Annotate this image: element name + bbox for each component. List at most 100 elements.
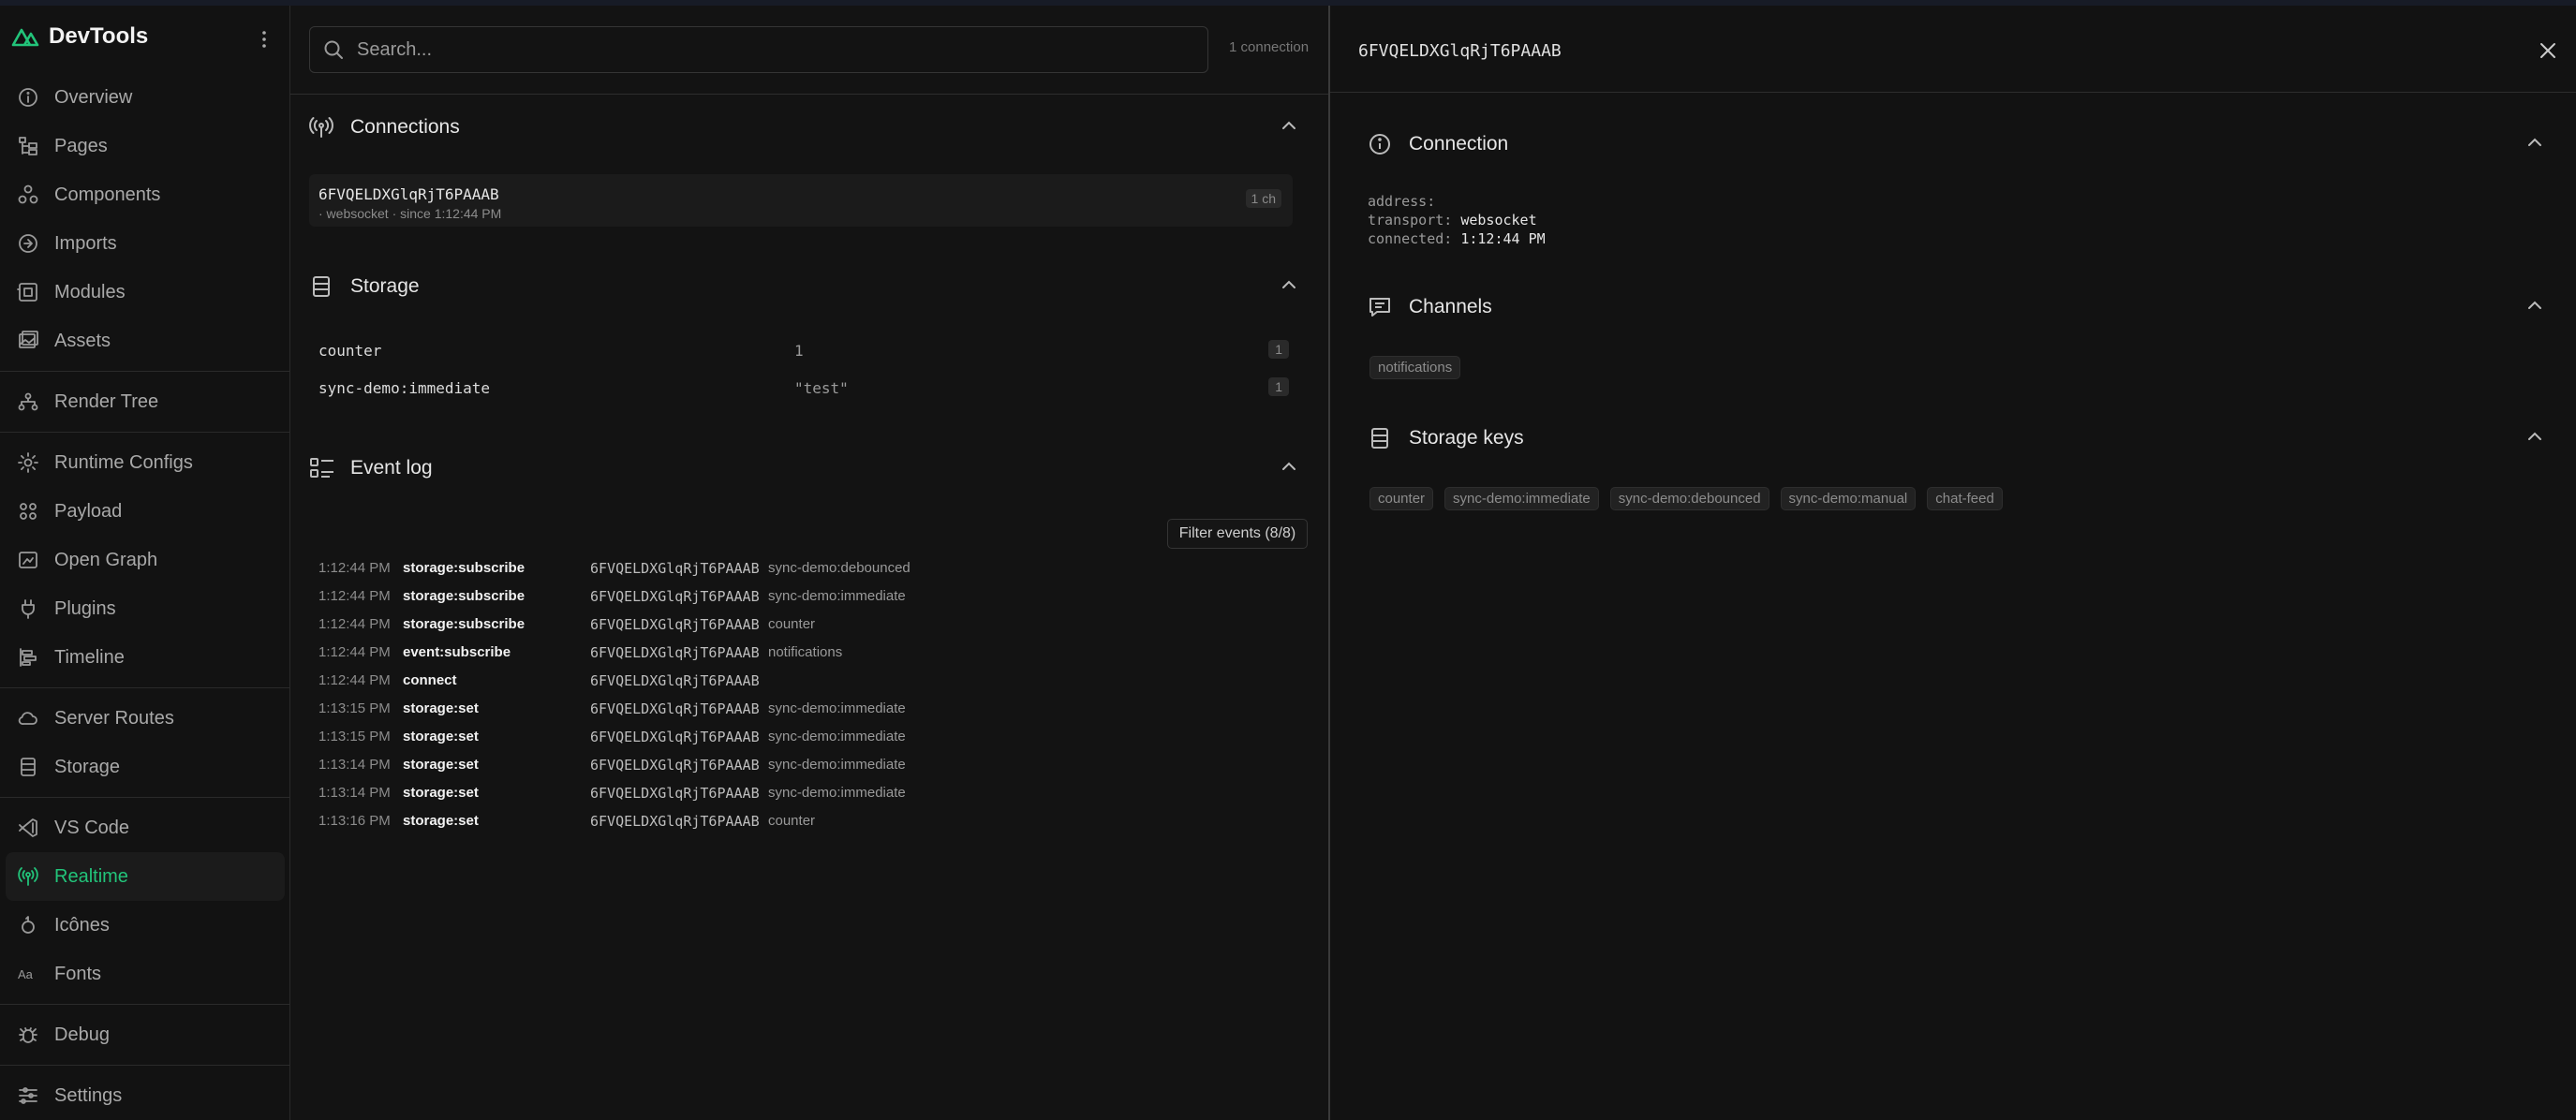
sidebar-item-label: Server Routes — [54, 707, 174, 729]
sidebar-item-label: Overview — [54, 86, 133, 108]
event-row[interactable]: 1:12:44 PM event:subscribe 6FVQELDXGlqRjT6… — [318, 639, 1311, 667]
sidebar-item-assets[interactable]: Assets — [0, 317, 290, 365]
nav-divider — [0, 1065, 290, 1066]
event-row[interactable]: 1:13:14 PM storage:set 6FVQELDXGlqRjT6PAAA… — [318, 751, 1311, 779]
event-log-section-header[interactable]: Event log — [309, 451, 1311, 485]
connection-row[interactable]: 6FVQELDXGlqRjT6PAAAB · websocket · since… — [309, 174, 1293, 227]
channel-tag[interactable]: notifications — [1369, 356, 1461, 379]
event-channel: counter — [768, 616, 816, 632]
storage-count-badge: 1 — [1268, 340, 1289, 359]
event-row[interactable]: 1:12:44 PM storage:subscribe 6FVQELDXGlqRj… — [318, 582, 1311, 611]
filter-events-button[interactable]: Filter events (8/8) — [1167, 519, 1308, 549]
sidebar-item-ic-nes[interactable]: Icônes — [0, 901, 290, 950]
event-row[interactable]: 1:12:44 PM storage:subscribe 6FVQELDXGlqRj… — [318, 611, 1311, 639]
search-box[interactable] — [309, 26, 1208, 73]
event-connection-id: 6FVQELDXGlqRjT6PAAAB — [590, 588, 760, 605]
sidebar-item-pages[interactable]: Pages — [0, 122, 290, 170]
event-row[interactable]: 1:13:16 PM storage:set 6FVQELDXGlqRjT6PAAA… — [318, 807, 1311, 835]
icones-icon — [17, 914, 39, 936]
sidebar-item-realtime[interactable]: Realtime — [6, 852, 285, 901]
sidebar-item-server-routes[interactable]: Server Routes — [0, 694, 290, 743]
storage-section-header[interactable]: Storage — [309, 270, 1311, 303]
connected-value: 1:12:44 PM — [1460, 230, 1546, 247]
event-time: 1:12:44 PM — [318, 588, 391, 604]
sidebar-item-imports[interactable]: Imports — [0, 219, 290, 268]
chevron-up-icon[interactable] — [1280, 457, 1298, 476]
storage-row[interactable]: counter 1 1 — [318, 339, 1302, 363]
event-connection-id: 6FVQELDXGlqRjT6PAAAB — [590, 616, 760, 633]
sidebar-item-vs-code[interactable]: VS Code — [0, 803, 290, 852]
chevron-up-icon[interactable] — [2525, 296, 2544, 315]
sidebar-item-payload[interactable]: Payload — [0, 487, 290, 536]
storage-key-tag[interactable]: sync-demo:debounced — [1609, 487, 1769, 510]
open-graph-icon — [17, 549, 39, 571]
brand-name: DevTools — [49, 23, 149, 49]
sidebar-item-settings[interactable]: Settings — [0, 1071, 290, 1120]
connected-field: connected: 1:12:44 PM — [1368, 230, 1546, 247]
divider — [1330, 92, 2576, 93]
sidebar-item-runtime-configs[interactable]: Runtime Configs — [0, 438, 290, 487]
storage-key: counter — [318, 342, 382, 360]
event-row[interactable]: 1:13:15 PM storage:set 6FVQELDXGlqRjT6PAAA… — [318, 695, 1311, 723]
event-channel: sync-demo:immediate — [768, 700, 906, 716]
timeline-icon — [17, 646, 39, 669]
event-connection-id: 6FVQELDXGlqRjT6PAAAB — [590, 729, 760, 745]
realtime-main-panel: 1 connection Connections 6FVQELDXGlqRjT6… — [290, 6, 1328, 1120]
nav-divider — [0, 371, 290, 372]
connection-meta: · websocket · since 1:12:44 PM — [318, 206, 502, 221]
sidebar-item-open-graph[interactable]: Open Graph — [0, 536, 290, 584]
event-time: 1:12:44 PM — [318, 672, 391, 688]
connections-section-header[interactable]: Connections — [309, 111, 1311, 144]
event-type: storage:set — [403, 757, 479, 773]
storage-key-tag[interactable]: counter — [1369, 487, 1434, 510]
render-tree-icon — [17, 391, 39, 413]
sidebar-item-fonts[interactable]: Aa Fonts — [0, 950, 290, 998]
sidebar-item-label: Assets — [54, 330, 111, 351]
nav-divider — [0, 687, 290, 688]
transport-value: websocket — [1460, 212, 1537, 228]
close-icon[interactable] — [2535, 37, 2561, 64]
plug-icon — [17, 597, 39, 620]
chevron-up-icon[interactable] — [2525, 133, 2544, 152]
event-time: 1:13:14 PM — [318, 757, 391, 773]
sidebar-item-components[interactable]: Components — [0, 170, 290, 219]
sidebar-item-overview[interactable]: Overview — [0, 73, 290, 122]
sidebar-item-label: Timeline — [54, 646, 125, 668]
bug-icon — [17, 1024, 39, 1046]
channels-section-header[interactable]: Channels — [1368, 290, 2557, 324]
vscode-icon — [17, 817, 39, 839]
sidebar-item-label: Render Tree — [54, 391, 159, 412]
event-time: 1:12:44 PM — [318, 616, 391, 632]
more-menu-icon[interactable] — [255, 26, 274, 52]
event-connection-id: 6FVQELDXGlqRjT6PAAAB — [590, 560, 760, 577]
event-connection-id: 6FVQELDXGlqRjT6PAAAB — [590, 644, 760, 661]
sidebar-item-debug[interactable]: Debug — [0, 1010, 290, 1059]
chevron-up-icon[interactable] — [1280, 116, 1298, 135]
event-row[interactable]: 1:12:44 PM connect 6FVQELDXGlqRjT6PAAAB — [318, 667, 1311, 695]
chevron-up-icon[interactable] — [1280, 275, 1298, 294]
sidebar-item-render-tree[interactable]: Render Tree — [0, 377, 290, 426]
storage-row[interactable]: sync-demo:immediate "test" 1 — [318, 376, 1302, 401]
event-type: storage:set — [403, 729, 479, 744]
storage-title: Storage — [350, 275, 420, 297]
event-channel: sync-demo:immediate — [768, 588, 906, 604]
event-time: 1:13:14 PM — [318, 785, 391, 801]
event-connection-id: 6FVQELDXGlqRjT6PAAAB — [590, 700, 760, 717]
connection-section-header[interactable]: Connection — [1368, 127, 2557, 161]
storage-key-tag[interactable]: chat-feed — [1927, 487, 2003, 510]
storage-key-tag[interactable]: sync-demo:immediate — [1444, 487, 1599, 510]
payload-icon — [17, 500, 39, 523]
sidebar-item-modules[interactable]: Modules — [0, 268, 290, 317]
fonts-icon: Aa — [17, 963, 39, 985]
storage-key-tag[interactable]: sync-demo:manual — [1780, 487, 1917, 510]
event-row[interactable]: 1:13:14 PM storage:set 6FVQELDXGlqRjT6PAAA… — [318, 779, 1311, 807]
storage-keys-section-header[interactable]: Storage keys — [1368, 421, 2557, 455]
event-row[interactable]: 1:12:44 PM storage:subscribe 6FVQELDXGlqRj… — [318, 554, 1311, 582]
chevron-up-icon[interactable] — [2525, 427, 2544, 446]
brand[interactable]: DevTools — [11, 21, 148, 52]
search-input[interactable] — [357, 38, 1181, 61]
event-row[interactable]: 1:13:15 PM storage:set 6FVQELDXGlqRjT6PAAA… — [318, 723, 1311, 751]
sidebar-item-timeline[interactable]: Timeline — [0, 633, 290, 682]
sidebar-item-storage[interactable]: Storage — [0, 743, 290, 791]
sidebar-item-plugins[interactable]: Plugins — [0, 584, 290, 633]
